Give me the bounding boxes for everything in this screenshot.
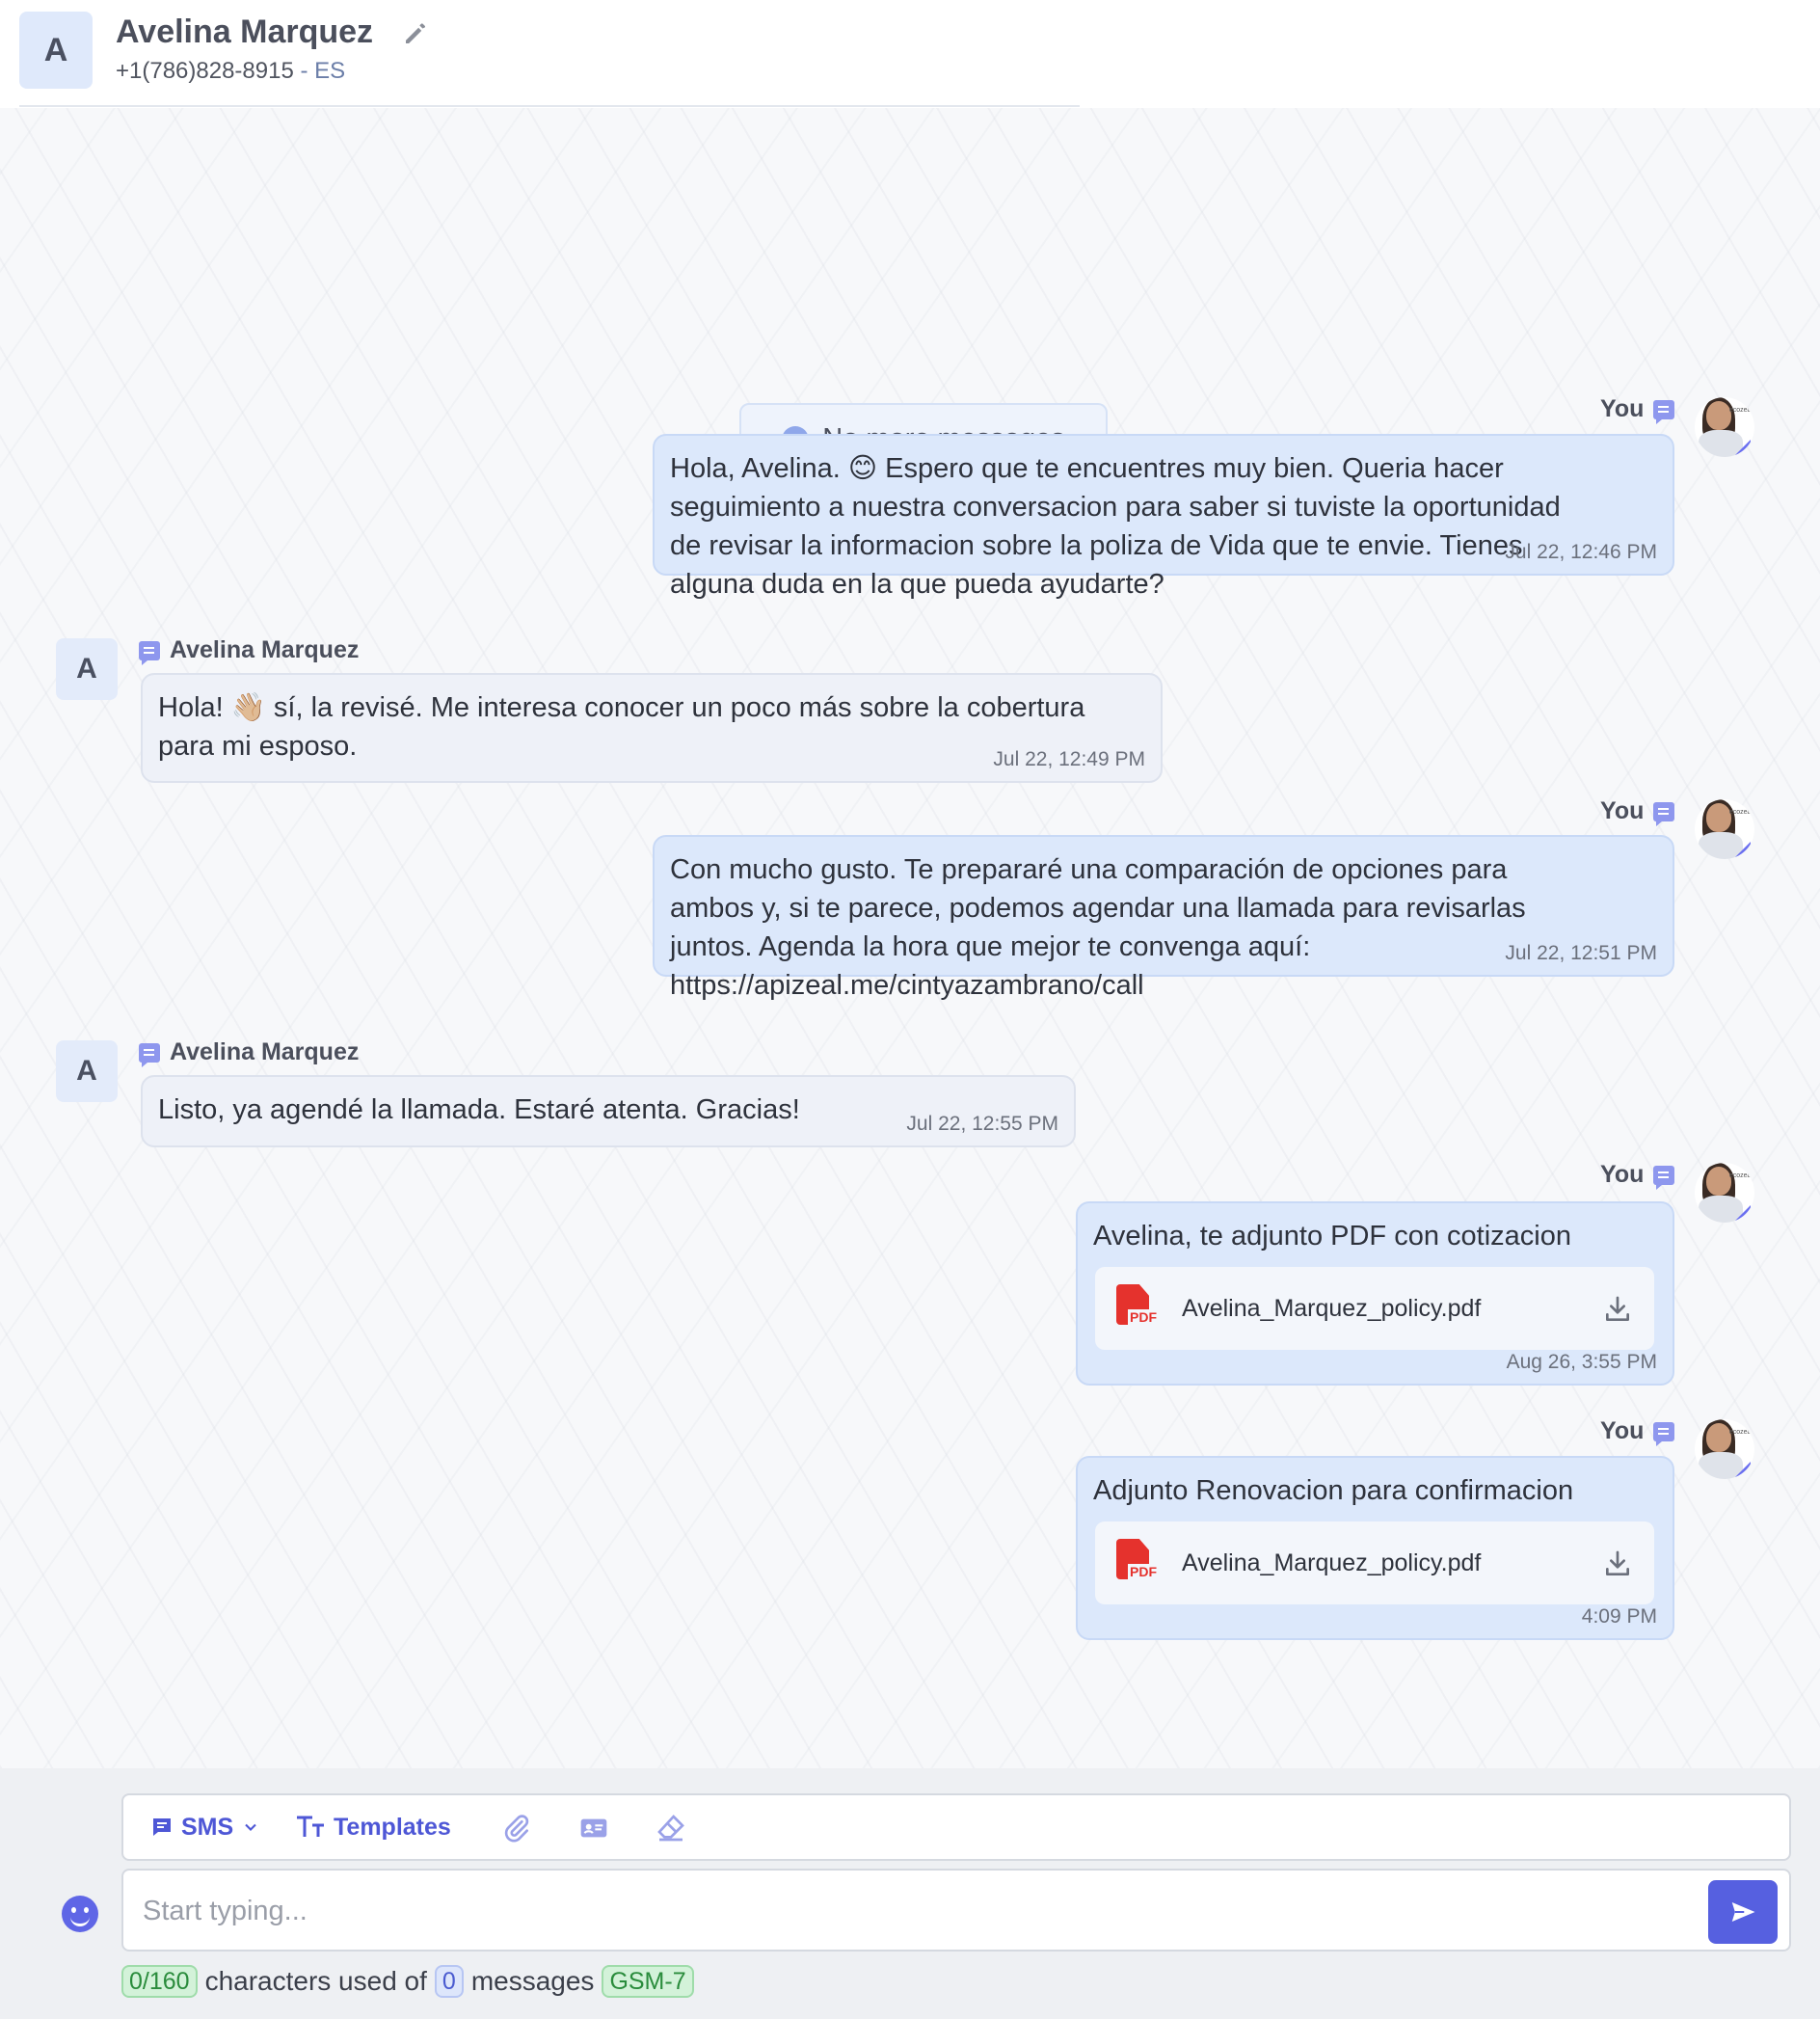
templates-label: Templates	[334, 1813, 451, 1841]
message-sender: You	[1600, 1417, 1675, 1446]
message-sender: You	[1600, 1161, 1675, 1190]
message-link[interactable]: https://apizeal.me/cintyazambrano/call	[670, 966, 1526, 1005]
text-format-icon	[297, 1816, 324, 1837]
file-name: Avelina_Marquez_policy.pdf	[1182, 1295, 1482, 1322]
contact-avatar-small: A	[56, 1040, 118, 1102]
templates-button[interactable]: Templates	[295, 1795, 451, 1859]
messages-text: messages	[470, 1966, 595, 1996]
contact-name: Avelina Marquez	[116, 13, 374, 50]
message-timestamp: Jul 22, 12:51 PM	[1505, 942, 1657, 964]
paperclip-icon[interactable]	[501, 1813, 532, 1844]
message-line: juntos. Agenda la hora que mejor te conv…	[670, 931, 1311, 962]
sender-name: You	[1600, 1161, 1645, 1188]
message-thread[interactable]: ✓ No more messages You ecozeal Hola, Ave…	[0, 108, 1820, 1768]
agent-avatar: ecozeal	[1695, 799, 1754, 859]
message-input-box	[121, 1869, 1791, 1952]
message-text: Adjunto Renovacion para confirmacion	[1093, 1471, 1573, 1510]
agent-avatar: ecozeal	[1695, 1163, 1754, 1223]
message-text: Con mucho gusto. Te prepararé una compar…	[670, 850, 1526, 1005]
message-icon	[1653, 1421, 1675, 1446]
download-icon[interactable]	[1602, 1294, 1633, 1325]
outgoing-message-bubble[interactable]: Con mucho gusto. Te prepararé una compar…	[653, 835, 1674, 1001]
message-text: Hola, Avelina. 😊 Espero que te encuentre…	[670, 449, 1561, 604]
contact-avatar-small: A	[56, 638, 118, 700]
incoming-message-bubble[interactable]: Hola! 👋🏼 sí, la revisé. Me interesa cono…	[141, 673, 1163, 783]
header-divider	[19, 105, 1080, 107]
chat-icon	[153, 1818, 171, 1836]
message-line: ambos y, si te parece, podemos agendar u…	[670, 893, 1526, 924]
file-attachment[interactable]: PDF Avelina_Marquez_policy.pdf	[1095, 1267, 1654, 1350]
message-sender: You	[1600, 797, 1675, 826]
send-button[interactable]	[1708, 1880, 1778, 1944]
message-icon	[1653, 1165, 1675, 1190]
message-icon	[1653, 399, 1675, 424]
message-line: Adjunto Renovacion para confirmacion	[1093, 1475, 1574, 1506]
sender-name: Avelina Marquez	[170, 636, 360, 663]
file-attachment[interactable]: PDF Avelina_Marquez_policy.pdf	[1095, 1521, 1654, 1604]
message-icon	[139, 640, 160, 665]
incoming-message-bubble[interactable]: Listo, ya agendé la llamada. Estaré aten…	[141, 1075, 1076, 1147]
message-input[interactable]	[143, 1890, 1589, 1932]
message-line: Avelina, te adjunto PDF con cotizacion	[1093, 1221, 1571, 1252]
contact-phone: +1(786)828-8915 - ES	[116, 58, 345, 85]
message-timestamp: Jul 22, 12:49 PM	[993, 748, 1145, 770]
message-icon	[139, 1042, 160, 1067]
chevron-down-icon	[245, 1823, 256, 1831]
contact-language: - ES	[293, 58, 346, 84]
message-timestamp: 4:09 PM	[1581, 1605, 1657, 1628]
message-sender: Avelina Marquez	[139, 1038, 360, 1067]
file-name: Avelina_Marquez_policy.pdf	[1182, 1549, 1482, 1576]
emoji-icon[interactable]	[62, 1896, 98, 1932]
character-counter: 0/160 characters used of 0 messages GSM-…	[121, 1965, 694, 1998]
contact-card-icon[interactable]	[578, 1813, 609, 1844]
download-icon[interactable]	[1602, 1548, 1633, 1579]
agent-avatar: ecozeal	[1695, 1419, 1754, 1479]
chars-used-badge: 0/160	[121, 1965, 198, 1998]
message-line: Con mucho gusto. Te prepararé una compar…	[670, 854, 1508, 885]
message-line: Listo, ya agendé la llamada. Estaré aten…	[158, 1094, 800, 1125]
contact-avatar: A	[19, 12, 93, 89]
message-timestamp: Aug 26, 3:55 PM	[1506, 1351, 1657, 1373]
edit-icon[interactable]	[401, 19, 430, 48]
sender-name: You	[1600, 395, 1645, 422]
message-line: alguna duda en la que pueda ayudarte?	[670, 569, 1164, 600]
agent-avatar: ecozeal	[1695, 397, 1754, 457]
message-text: Avelina, te adjunto PDF con cotizacion	[1093, 1217, 1571, 1255]
message-timestamp: Jul 22, 12:55 PM	[906, 1113, 1058, 1135]
message-line: de revisar la informacion sobre la poliz…	[670, 530, 1523, 561]
sender-name: Avelina Marquez	[170, 1038, 360, 1065]
chars-used-text: characters used of	[204, 1966, 427, 1996]
outgoing-message-bubble[interactable]: Adjunto Renovacion para confirmacion PDF…	[1076, 1456, 1674, 1640]
composer-toolbar: SMS Templates	[121, 1793, 1791, 1861]
message-line: seguimiento a nuestra conversacion para …	[670, 492, 1561, 523]
channel-label: SMS	[181, 1813, 234, 1841]
channel-selector[interactable]: SMS	[150, 1795, 260, 1859]
phone-number: +1(786)828-8915	[116, 58, 294, 84]
pdf-icon: PDF	[1116, 1539, 1159, 1585]
sender-name: You	[1600, 797, 1645, 824]
encoding-badge: GSM-7	[602, 1965, 694, 1998]
message-icon	[1653, 801, 1675, 826]
outgoing-message-bubble[interactable]: Hola, Avelina. 😊 Espero que te encuentre…	[653, 434, 1674, 600]
message-text: Listo, ya agendé la llamada. Estaré aten…	[158, 1090, 800, 1129]
outgoing-message-bubble[interactable]: Avelina, te adjunto PDF con cotizacion P…	[1076, 1201, 1674, 1386]
eraser-icon[interactable]	[656, 1813, 686, 1844]
message-line: Hola, Avelina. 😊 Espero que te encuentre…	[670, 453, 1504, 484]
message-timestamp: Jul 22, 12:46 PM	[1505, 541, 1657, 563]
sender-name: You	[1600, 1417, 1645, 1444]
message-count-badge: 0	[434, 1965, 464, 1998]
send-icon	[1731, 1902, 1755, 1922]
message-sender: You	[1600, 395, 1675, 424]
message-line: Hola! 👋🏼 sí, la revisé. Me interesa cono…	[158, 692, 1085, 723]
conversation-header: A Avelina Marquez +1(786)828-8915 - ES	[0, 0, 1820, 108]
message-line: para mi esposo.	[158, 731, 358, 762]
pdf-icon: PDF	[1116, 1284, 1159, 1331]
message-text: Hola! 👋🏼 sí, la revisé. Me interesa cono…	[158, 688, 1084, 766]
composer-area: SMS Templates 0/160 characters used of 0…	[0, 1768, 1820, 2019]
message-sender: Avelina Marquez	[139, 636, 360, 665]
